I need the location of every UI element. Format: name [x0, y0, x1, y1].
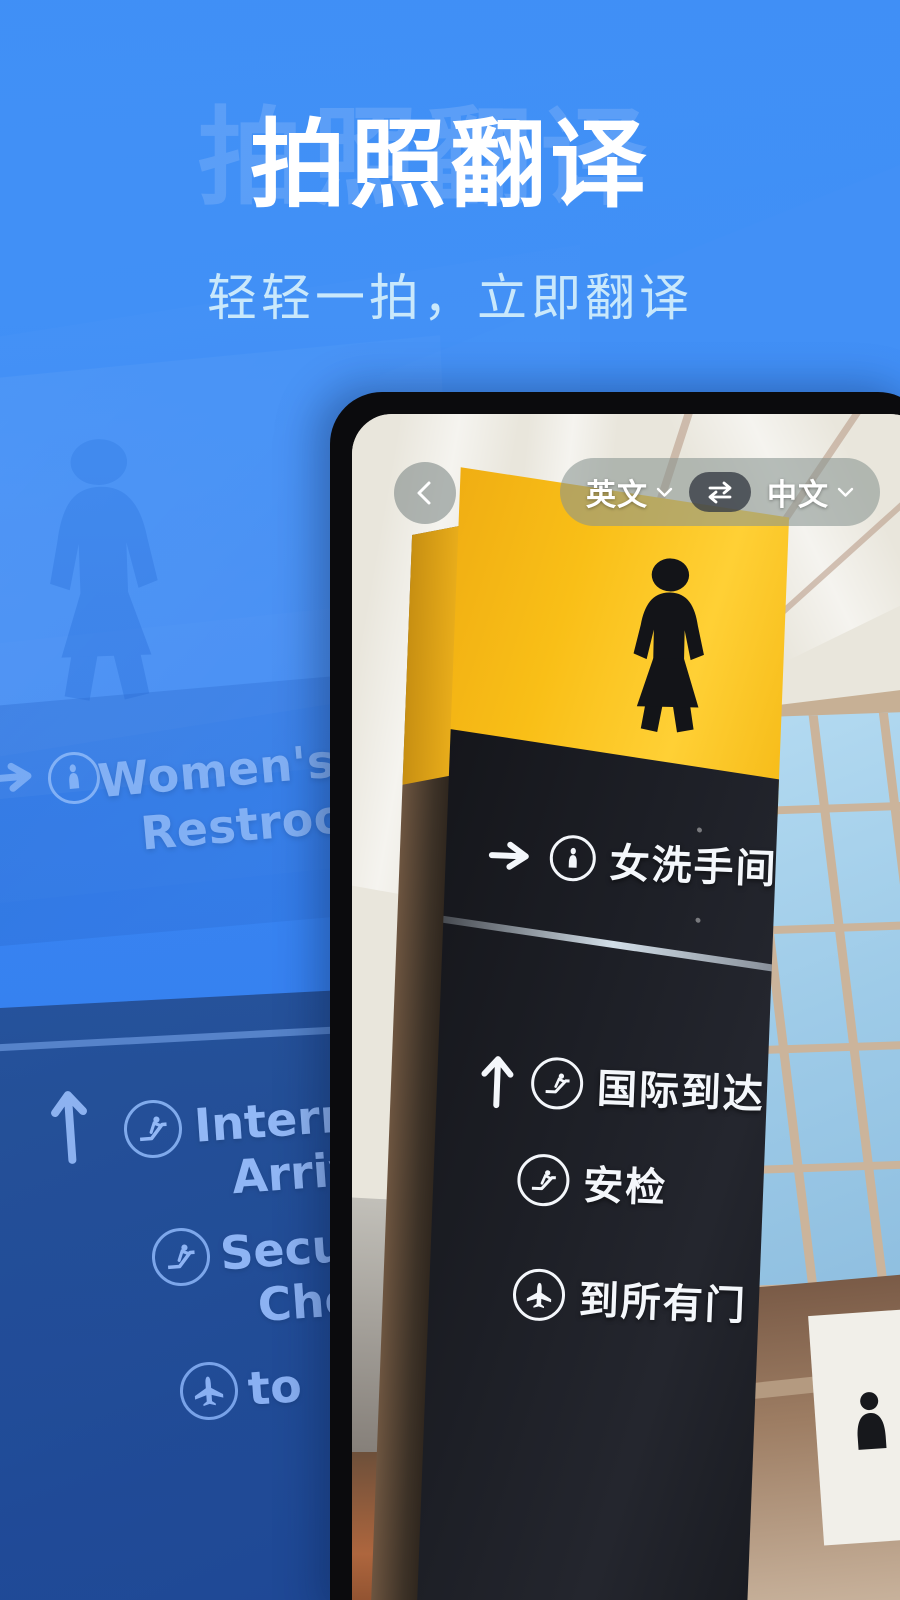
women-pictogram-icon	[612, 551, 726, 753]
sign-row-label: 到所有门	[577, 1277, 748, 1330]
viewfinder-toolbar: 英文 中文	[352, 414, 900, 544]
phone-screen: 女洗手间 国际到达 安检 到所有门 英文 中文	[352, 414, 900, 1600]
language-selector: 英文 中文	[560, 458, 880, 526]
wall-sign-panel	[808, 1308, 900, 1546]
page-subtitle: 轻轻一拍，立即翻译	[207, 269, 693, 327]
title-wrapper: 拍照翻译 拍照翻译	[0, 96, 900, 222]
chevron-left-icon	[417, 481, 431, 505]
target-language-button[interactable]: 中文	[767, 470, 854, 514]
sign-row-security-check: 安检	[516, 1150, 668, 1214]
source-language-label: 英文	[586, 478, 648, 513]
airplane-icon	[512, 1267, 566, 1322]
women-pictogram-icon	[857, 1392, 887, 1450]
sign-row-restroom: 女洗手间	[487, 826, 779, 895]
headline-block: 拍照翻译 拍照翻译 轻轻一拍，立即翻译	[0, 96, 900, 330]
swap-languages-button[interactable]	[689, 472, 751, 512]
sign-row-label: 女洗手间	[608, 840, 779, 894]
page-title: 拍照翻译	[250, 109, 650, 221]
translated-sign-pillar: 女洗手间 国际到达 安检 到所有门	[369, 467, 790, 1600]
source-language-button[interactable]: 英文	[586, 470, 673, 514]
target-language-label: 中文	[767, 478, 829, 513]
escalator-icon	[516, 1153, 571, 1208]
sign-row-international-arrivals: 国际到达	[476, 1051, 766, 1120]
phone-mockup: 女洗手间 国际到达 安检 到所有门 英文 中文	[330, 392, 900, 1600]
sign-divider	[433, 914, 779, 975]
arrow-right-icon	[487, 835, 537, 877]
escalator-icon	[530, 1056, 585, 1111]
chevron-down-icon	[837, 487, 854, 497]
sign-row-all-gates: 到所有门	[512, 1265, 748, 1332]
swap-horizontal-icon	[708, 481, 732, 504]
chevron-down-icon	[656, 487, 673, 497]
arrow-up-icon	[476, 1052, 518, 1109]
sign-row-label: 国际到达	[596, 1065, 766, 1119]
back-button[interactable]	[394, 462, 456, 524]
camera-viewfinder[interactable]: 女洗手间 国际到达 安检 到所有门 英文 中文	[352, 414, 900, 1600]
restroom-icon	[548, 834, 597, 883]
sign-black-panel: 女洗手间 国际到达 安检 到所有门	[416, 729, 779, 1600]
promo-screen: Women's Restroom Interna Arriva Secu Che…	[0, 0, 900, 1600]
sign-row-label: 安检	[582, 1162, 669, 1212]
